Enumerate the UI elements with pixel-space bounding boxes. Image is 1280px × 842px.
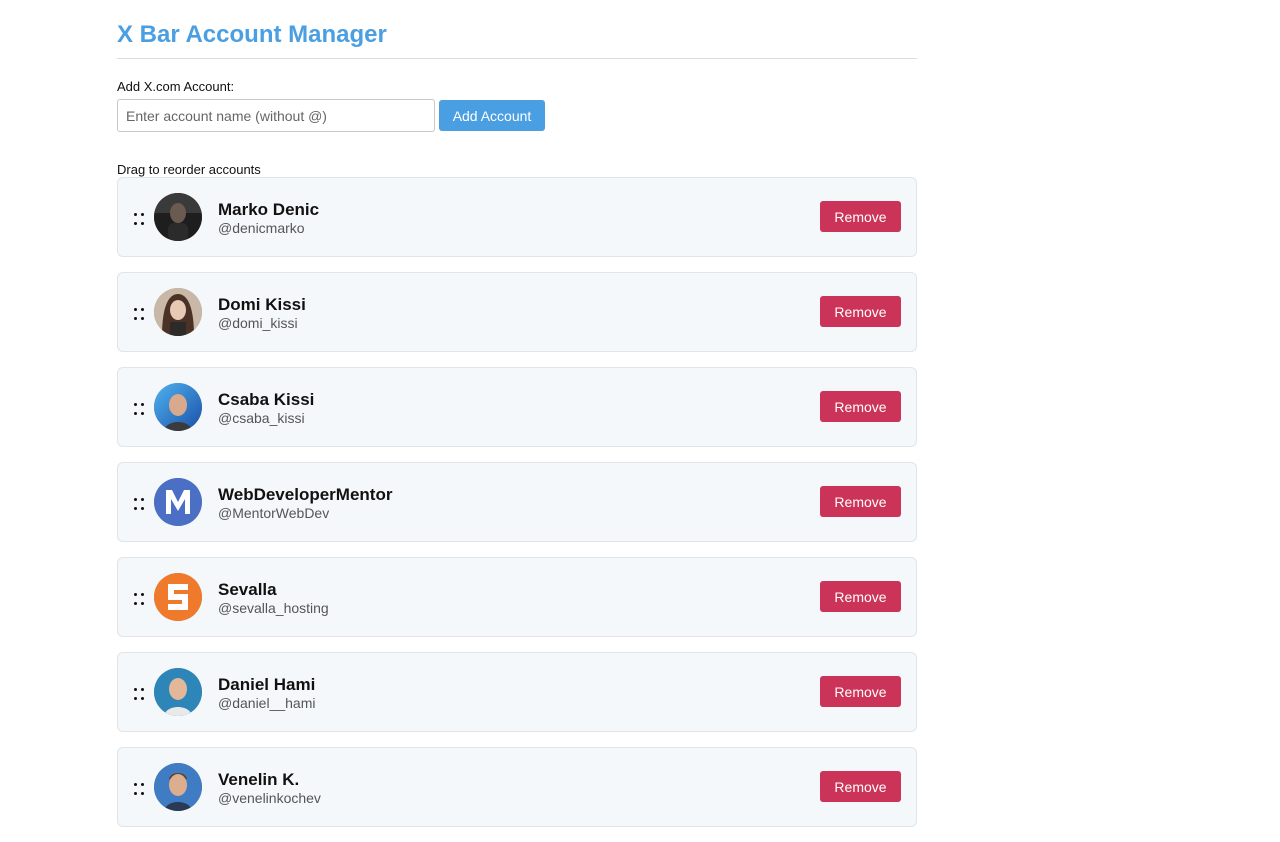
drag-handle-icon[interactable] xyxy=(134,308,144,320)
account-card[interactable]: Sevalla @sevalla_hosting Remove xyxy=(117,557,917,637)
remove-button[interactable]: Remove xyxy=(820,581,901,612)
account-handle: @csaba_kissi xyxy=(218,410,305,426)
account-handle: @daniel__hami xyxy=(218,695,316,711)
avatar xyxy=(154,383,202,431)
account-card[interactable]: Venelin K. @venelinkochev Remove xyxy=(117,747,917,827)
avatar xyxy=(154,478,202,526)
account-list: Marko Denic @denicmarko Remove Domi Kiss… xyxy=(117,177,917,827)
account-card[interactable]: Marko Denic @denicmarko Remove xyxy=(117,177,917,257)
drag-hint: Drag to reorder accounts xyxy=(117,162,261,177)
app-container: X Bar Account Manager Add X.com Account:… xyxy=(117,0,917,842)
avatar xyxy=(154,193,202,241)
drag-handle-icon[interactable] xyxy=(134,498,144,510)
remove-button[interactable]: Remove xyxy=(820,296,901,327)
remove-button[interactable]: Remove xyxy=(820,486,901,517)
drag-handle-icon[interactable] xyxy=(134,403,144,415)
drag-handle-icon[interactable] xyxy=(134,213,144,225)
account-name: Csaba Kissi xyxy=(218,390,315,409)
account-handle: @sevalla_hosting xyxy=(218,600,329,616)
drag-handle-icon[interactable] xyxy=(134,783,144,795)
add-account-form: Add Account xyxy=(117,99,917,132)
account-card[interactable]: Domi Kissi @domi_kissi Remove xyxy=(117,272,917,352)
account-name: Venelin K. xyxy=(218,770,300,789)
title-divider xyxy=(117,58,917,59)
page-title: X Bar Account Manager xyxy=(117,21,387,48)
avatar xyxy=(154,763,202,811)
account-name: Marko Denic xyxy=(218,200,320,219)
avatar xyxy=(154,668,202,716)
account-name: Daniel Hami xyxy=(218,675,316,694)
account-handle: @MentorWebDev xyxy=(218,505,330,521)
account-handle: @venelinkochev xyxy=(218,790,321,806)
drag-handle-icon[interactable] xyxy=(134,593,144,605)
remove-button[interactable]: Remove xyxy=(820,771,901,802)
avatar xyxy=(154,573,202,621)
account-name: WebDeveloperMentor xyxy=(218,485,393,504)
account-card[interactable]: Csaba Kissi @csaba_kissi Remove xyxy=(117,367,917,447)
account-name: Domi Kissi xyxy=(218,295,306,314)
add-account-button[interactable]: Add Account xyxy=(439,100,545,131)
add-account-label: Add X.com Account: xyxy=(117,79,235,94)
drag-handle-icon[interactable] xyxy=(134,688,144,700)
account-name: Sevalla xyxy=(218,580,277,599)
account-card[interactable]: Daniel Hami @daniel__hami Remove xyxy=(117,652,917,732)
remove-button[interactable]: Remove xyxy=(820,201,901,232)
account-handle: @denicmarko xyxy=(218,220,305,236)
avatar xyxy=(154,288,202,336)
account-handle: @domi_kissi xyxy=(218,315,298,331)
remove-button[interactable]: Remove xyxy=(820,391,901,422)
account-card[interactable]: WebDeveloperMentor @MentorWebDev Remove xyxy=(117,462,917,542)
account-name-input[interactable] xyxy=(117,99,435,132)
remove-button[interactable]: Remove xyxy=(820,676,901,707)
